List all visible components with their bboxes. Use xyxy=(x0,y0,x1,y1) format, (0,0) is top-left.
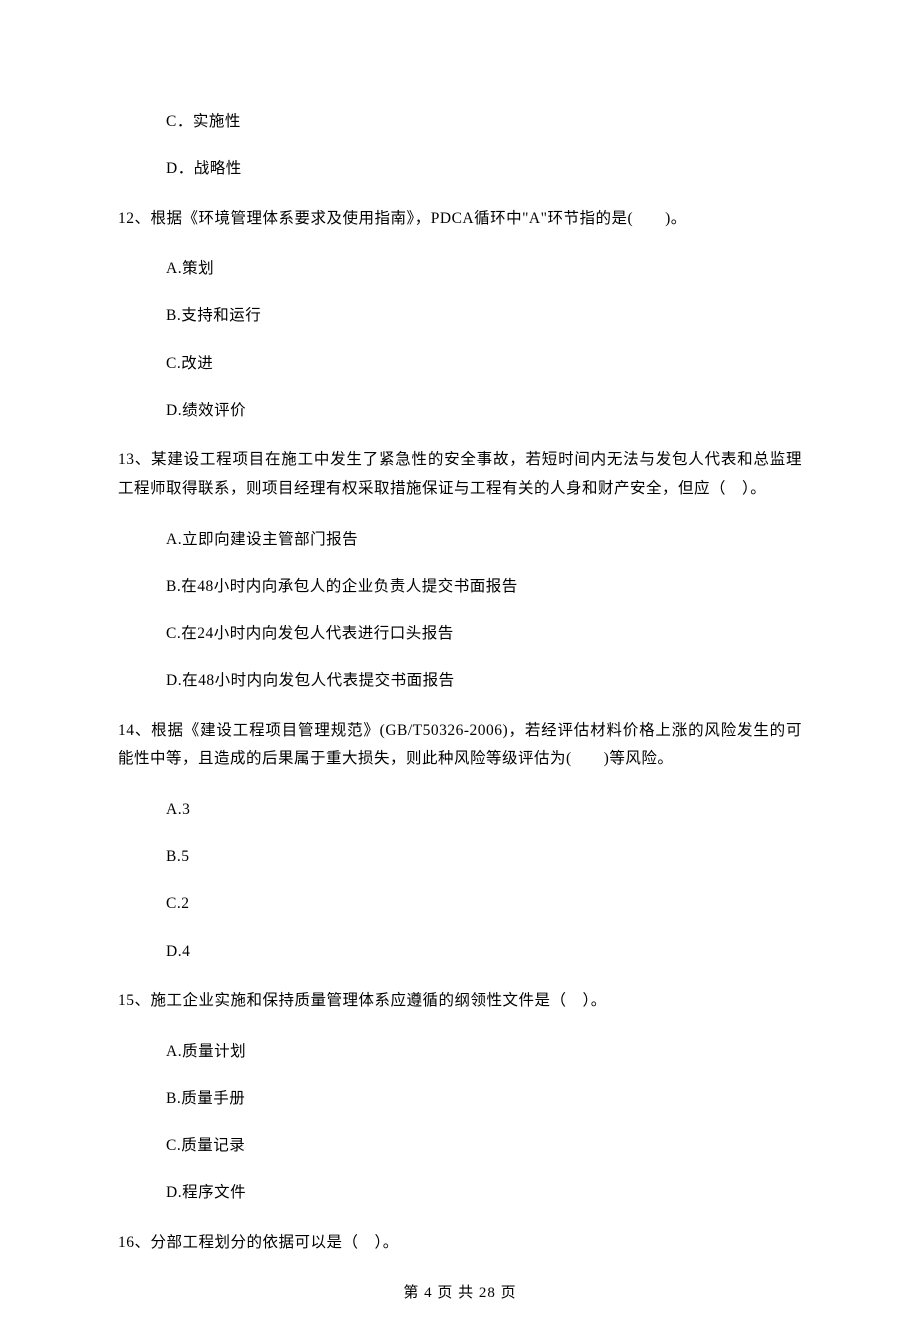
question-12-option-a: A.策划 xyxy=(118,257,802,280)
question-16-stem: 16、分部工程划分的依据可以是（ ）。 xyxy=(118,1229,802,1258)
question-13-stem: 13、某建设工程项目在施工中发生了紧急性的安全事故，若短时间内无法与发包人代表和… xyxy=(118,446,802,503)
question-13-option-b: B.在48小时内向承包人的企业负责人提交书面报告 xyxy=(118,575,802,598)
question-14-option-d: D.4 xyxy=(118,940,802,963)
question-13-option-d: D.在48小时内向发包人代表提交书面报告 xyxy=(118,669,802,692)
question-15-option-a: A.质量计划 xyxy=(118,1040,802,1063)
question-14-option-a: A.3 xyxy=(118,798,802,821)
question-13-option-c: C.在24小时内向发包人代表进行口头报告 xyxy=(118,622,802,645)
question-15-stem: 15、施工企业实施和保持质量管理体系应遵循的纲领性文件是（ ）。 xyxy=(118,987,802,1016)
question-14-stem: 14、根据《建设工程项目管理规范》(GB/T50326-2006)，若经评估材料… xyxy=(118,717,802,774)
question-14-option-b: B.5 xyxy=(118,845,802,868)
question-12-option-c: C.改进 xyxy=(118,352,802,375)
question-15-option-d: D.程序文件 xyxy=(118,1181,802,1204)
question-12-option-d: D.绩效评价 xyxy=(118,399,802,422)
page-footer: 第 4 页 共 28 页 xyxy=(118,1281,802,1302)
leading-option-d: D．战略性 xyxy=(118,157,802,180)
question-12-stem: 12、根据《环境管理体系要求及使用指南》，PDCA循环中"A"环节指的是( )。 xyxy=(118,205,802,234)
question-13-option-a: A.立即向建设主管部门报告 xyxy=(118,528,802,551)
question-14-option-c: C.2 xyxy=(118,892,802,915)
leading-option-c: C．实施性 xyxy=(118,110,802,133)
question-15-option-c: C.质量记录 xyxy=(118,1134,802,1157)
question-12-option-b: B.支持和运行 xyxy=(118,304,802,327)
question-15-option-b: B.质量手册 xyxy=(118,1087,802,1110)
page-content: C．实施性 D．战略性 12、根据《环境管理体系要求及使用指南》，PDCA循环中… xyxy=(0,0,920,1332)
